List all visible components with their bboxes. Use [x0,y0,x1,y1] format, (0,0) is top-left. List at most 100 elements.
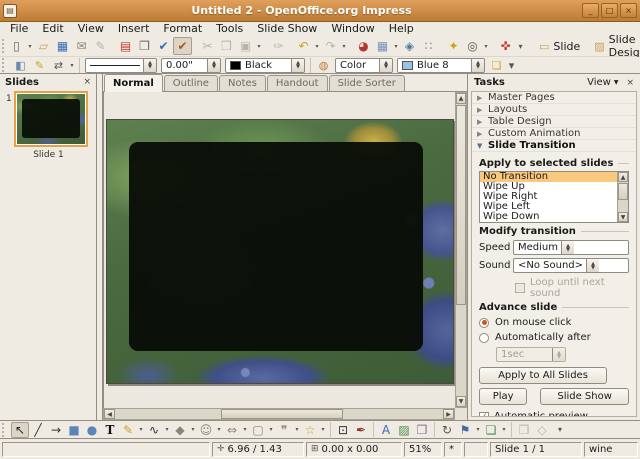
transition-option[interactable]: Wipe Down [480,212,628,222]
insert-picture-icon[interactable]: ▨ [395,422,413,438]
scroll-right-icon[interactable]: ▶ [443,409,454,419]
zoom-level[interactable]: 51% [404,441,442,457]
line-tool-icon[interactable]: ╱ [29,422,47,438]
arrange-dropdown-arrow[interactable]: ▾ [500,426,508,433]
arrow-style-dropdown-arrow[interactable]: ▾ [68,62,76,69]
menu-insert[interactable]: Insert [111,22,157,36]
gallery-icon[interactable]: ❒ [413,422,431,438]
paste-dropdown-arrow[interactable]: ▾ [255,43,263,50]
connector-tool-dropdown-arrow[interactable]: ▾ [163,426,171,433]
export-pdf-icon[interactable]: ▤ [116,37,135,55]
block-arrows-dropdown-arrow[interactable]: ▾ [241,426,249,433]
hyperlink-icon[interactable]: ◈ [400,37,419,55]
scroll-left-icon[interactable]: ◀ [104,409,115,419]
stepper-icon[interactable]: ▲ ▼ [291,58,304,72]
line-width-spinner[interactable]: 0.00" ▲ ▼ [161,57,221,73]
stepper-icon[interactable]: ▲ ▼ [207,58,220,72]
horizontal-scrollbar[interactable]: ◀ ▶ [103,408,455,420]
toolbar-grip[interactable] [2,58,8,72]
scroll-down-icon[interactable]: ▼ [618,212,628,222]
flowchart-shapes-icon[interactable]: ▢ [249,422,267,438]
stepper-icon[interactable]: ▲ ▼ [471,58,484,72]
vertical-scrollbar[interactable]: ▲ ▼ [455,92,467,408]
toolbar-grip[interactable] [2,422,8,437]
stepper-icon[interactable]: ▲ ▼ [561,241,574,254]
star-shapes-dropdown-arrow[interactable]: ▾ [319,426,327,433]
undo-dropdown-arrow[interactable]: ▾ [313,43,321,50]
close-icon[interactable]: × [83,77,91,87]
menu-help[interactable]: Help [382,22,421,36]
menu-edit[interactable]: Edit [35,22,70,36]
tab-notes[interactable]: Notes [218,75,266,91]
minimize-button[interactable]: _ [582,3,599,18]
insert-slide-button[interactable]: ▭ Slide [532,37,587,55]
flowchart-shapes-dropdown-arrow[interactable]: ▾ [267,426,275,433]
alignment-icon[interactable]: ⚑ [456,422,474,438]
stepper-icon[interactable]: ▲ ▼ [143,58,156,72]
apply-to-all-slides-button[interactable]: Apply to All Slides [479,367,607,384]
line-toolbar-options-icon[interactable]: ▾ [506,58,517,73]
list-scroll-thumb[interactable] [618,183,628,200]
section-layouts[interactable]: ▶ Layouts [472,104,636,116]
fill-type-select[interactable]: Color ▲ ▼ [335,57,393,73]
line-color-select[interactable]: Black ▲ ▼ [225,57,305,73]
play-button[interactable]: Play [479,388,528,405]
basic-shapes-dropdown-arrow[interactable]: ▾ [189,426,197,433]
auto-spellcheck-icon[interactable]: ✔ [173,37,192,55]
fill-color-select[interactable]: Blue 8 ▲ ▼ [397,57,485,73]
tab-slide-sorter[interactable]: Slide Sorter [328,75,405,91]
styles-window-icon[interactable]: ◧ [11,58,30,73]
stepper-icon[interactable]: ▲ ▼ [379,58,392,72]
callout-shapes-icon[interactable]: ❞ [275,422,293,438]
spellcheck-icon[interactable]: ✔ [154,37,173,55]
insert-table-icon[interactable]: ▦ [373,37,392,55]
toolbar-grip[interactable] [2,39,4,53]
section-master-pages[interactable]: ▶ Master Pages [472,92,636,104]
menu-slide-show[interactable]: Slide Show [250,22,324,36]
automatic-preview-checkbox[interactable]: ✓ [479,411,489,416]
close-icon[interactable]: × [626,78,634,88]
automatically-after-radio[interactable] [479,332,489,343]
line-style-select[interactable]: ▲ ▼ [85,57,157,73]
print-icon[interactable]: ❐ [135,37,154,55]
arrow-style-icon[interactable]: ⇄ [49,58,68,73]
display-grid-icon[interactable]: ∷ [419,37,438,55]
close-button[interactable]: × [620,3,637,18]
section-custom-animation[interactable]: ▶ Custom Animation [472,128,636,140]
insert-chart-icon[interactable]: ◕ [354,37,373,55]
slide-thumbnail[interactable] [14,91,88,147]
horizontal-scroll-thumb[interactable] [221,409,343,419]
fontwork-gallery-icon[interactable]: A [377,422,395,438]
slide-design-button[interactable]: ▨Slide Design [587,33,640,59]
text-tool-icon[interactable]: T [101,422,119,438]
arrow-tool-icon[interactable]: → [47,422,65,438]
save-icon[interactable]: ▦ [53,37,72,55]
area-style-icon[interactable]: ◍ [314,58,333,73]
menu-tools[interactable]: Tools [209,22,250,36]
symbol-shapes-dropdown-arrow[interactable]: ▾ [215,426,223,433]
symbol-shapes-icon[interactable]: ☺ [197,422,215,438]
list-scrollbar[interactable]: ▲ ▼ [617,172,628,222]
connector-tool-icon[interactable]: ∿ [145,422,163,438]
scroll-up-icon[interactable]: ▲ [618,172,628,182]
toolbar-options-icon[interactable]: ▾ [515,37,526,55]
section-slide-transition[interactable]: ▼ Slide Transition [472,140,636,152]
alignment-dropdown-arrow[interactable]: ▾ [474,426,482,433]
tasks-view-menu[interactable]: View ▼ [587,77,618,88]
tab-normal[interactable]: Normal [104,74,163,92]
help-icon[interactable]: ✜ [496,37,515,55]
glue-points-icon[interactable]: ✒ [352,422,370,438]
shadow-icon[interactable]: ❏ [487,58,506,73]
speed-select[interactable]: Medium ▲ ▼ [513,240,629,255]
section-table-design[interactable]: ▶ Table Design [472,116,636,128]
redo-dropdown-arrow[interactable]: ▾ [340,43,348,50]
slide-show-button[interactable]: Slide Show [540,388,629,405]
ellipse-tool-icon[interactable]: ● [83,422,101,438]
slide-page[interactable] [106,119,454,384]
new-document-icon[interactable]: ▯ [7,37,26,55]
zoom-dropdown-arrow[interactable]: ▾ [482,43,490,50]
undo-icon[interactable]: ↶ [294,37,313,55]
vertical-scroll-thumb[interactable] [456,105,466,305]
on-mouse-click-radio[interactable] [479,317,489,328]
title-bar[interactable]: ▤ Untitled 2 - OpenOffice.org Impress _ □… [0,0,640,22]
